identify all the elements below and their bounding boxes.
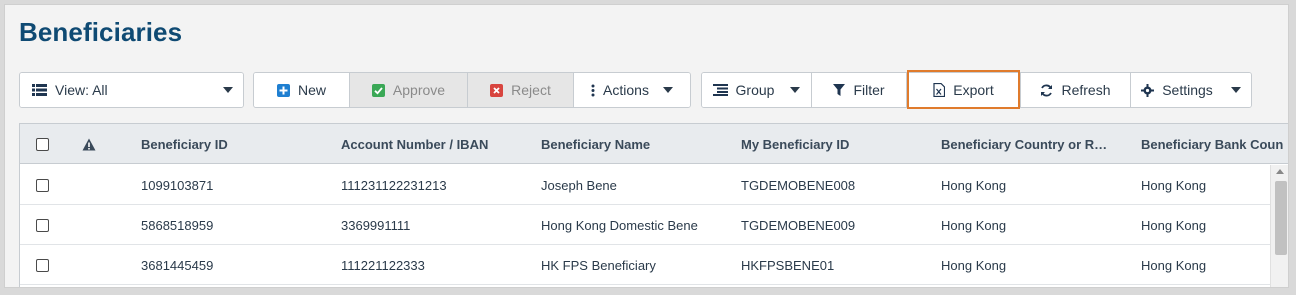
view-label: View: All (55, 82, 108, 98)
actions-button[interactable]: Actions (574, 73, 690, 107)
column-header-account-number[interactable]: Account Number / IBAN (341, 124, 531, 164)
table-row[interactable]: 5868518959 3369991111 Hong Kong Domestic… (20, 205, 1270, 245)
vertical-scrollbar[interactable] (1270, 165, 1288, 287)
warning-column-header (82, 124, 96, 164)
beneficiary-name-cell: Joseph Bene (541, 177, 617, 193)
vertical-ellipsis-icon (591, 84, 595, 97)
approve-button[interactable]: Approve (350, 73, 468, 107)
approve-label: Approve (392, 82, 446, 98)
beneficiary-id-cell: 3681445459 (141, 257, 214, 273)
account-number-cell: 111231122231213 (341, 177, 447, 193)
select-all-checkbox[interactable] (36, 137, 49, 151)
excel-file-icon (933, 83, 946, 97)
group-label: Group (735, 82, 775, 98)
list-icon (32, 84, 47, 96)
view-dropdown[interactable]: View: All (19, 72, 244, 108)
beneficiary-country-cell: Hong Kong (941, 257, 1007, 273)
row-checkbox[interactable] (36, 258, 49, 272)
page-frame: Beneficiaries View: All New Approve Reje… (4, 4, 1289, 288)
export-label: Export (953, 82, 994, 98)
account-number-cell: 3369991111 (341, 217, 411, 233)
gear-icon (1141, 83, 1155, 97)
beneficiary-name-cell: HK FPS Beneficiary (541, 257, 656, 273)
chevron-down-icon (662, 87, 673, 93)
scrollbar-thumb[interactable] (1275, 181, 1287, 255)
funnel-icon (833, 84, 846, 96)
grid-tools-group: Group Filter Export Refresh Settings (701, 72, 1252, 108)
column-header-beneficiary-id[interactable]: Beneficiary ID (141, 124, 331, 164)
my-beneficiary-id-cell: TGDEMOBENE008 (741, 177, 856, 193)
beneficiary-id-cell: 5868518959 (141, 217, 214, 233)
row-select-cell (36, 245, 49, 285)
column-header-beneficiary-name[interactable]: Beneficiary Name (541, 124, 731, 164)
chevron-down-icon (790, 87, 801, 93)
refresh-icon (1040, 84, 1053, 97)
select-all-cell (36, 124, 49, 164)
reject-button[interactable]: Reject (468, 73, 574, 107)
reject-label: Reject (511, 82, 551, 98)
column-header-beneficiary-bank-country[interactable]: Beneficiary Bank Coun (1141, 124, 1288, 164)
group-button[interactable]: Group (702, 73, 812, 107)
new-button[interactable]: New (254, 73, 350, 107)
chevron-down-icon (1230, 87, 1241, 93)
beneficiary-bank-country-cell: Hong Kong (1141, 177, 1207, 193)
row-checkbox[interactable] (36, 178, 49, 192)
beneficiary-name-cell: Hong Kong Domestic Bene (541, 217, 698, 233)
table-header: Beneficiary ID Account Number / IBAN Ben… (20, 124, 1288, 164)
page-title: Beneficiaries (19, 17, 183, 47)
beneficiary-id-cell: 1099103871 (141, 177, 214, 193)
beneficiary-country-cell: Hong Kong (941, 177, 1007, 193)
check-square-icon (371, 83, 385, 97)
table-row[interactable]: 3681445459 111221122333 HK FPS Beneficia… (20, 245, 1270, 285)
row-checkbox[interactable] (36, 218, 49, 232)
scroll-up-arrow-icon[interactable] (1276, 169, 1284, 174)
plus-square-icon (276, 83, 290, 97)
view-select-button[interactable]: View: All (20, 73, 243, 107)
new-label: New (297, 82, 326, 98)
my-beneficiary-id-cell: HKFPSBENE01 (741, 257, 835, 273)
my-beneficiary-id-cell: TGDEMOBENE009 (741, 217, 856, 233)
settings-button[interactable]: Settings (1131, 73, 1251, 107)
refresh-button[interactable]: Refresh (1021, 73, 1131, 107)
table-row[interactable]: 1099103871 111231122231213 Joseph Bene T… (20, 165, 1270, 205)
row-select-cell (36, 165, 49, 205)
filter-label: Filter (853, 82, 885, 98)
group-list-icon (712, 84, 728, 96)
row-select-cell (36, 205, 49, 245)
account-number-cell: 111221122333 (341, 257, 425, 273)
record-actions-group: New Approve Reject Actions (253, 72, 691, 108)
beneficiary-bank-country-cell: Hong Kong (1141, 257, 1207, 273)
warning-triangle-icon (82, 138, 96, 151)
export-button[interactable]: Export (907, 73, 1021, 107)
filter-button[interactable]: Filter (812, 73, 907, 107)
settings-label: Settings (1162, 82, 1213, 98)
refresh-label: Refresh (1061, 82, 1111, 98)
column-header-my-beneficiary-id[interactable]: My Beneficiary ID (741, 124, 931, 164)
beneficiaries-table: Beneficiary ID Account Number / IBAN Ben… (19, 123, 1288, 287)
x-square-icon (490, 83, 504, 97)
column-header-beneficiary-country[interactable]: Beneficiary Country or R… (941, 124, 1131, 164)
beneficiary-bank-country-cell: Hong Kong (1141, 217, 1207, 233)
beneficiary-country-cell: Hong Kong (941, 217, 1007, 233)
chevron-down-icon (223, 87, 233, 93)
actions-label: Actions (603, 82, 649, 98)
